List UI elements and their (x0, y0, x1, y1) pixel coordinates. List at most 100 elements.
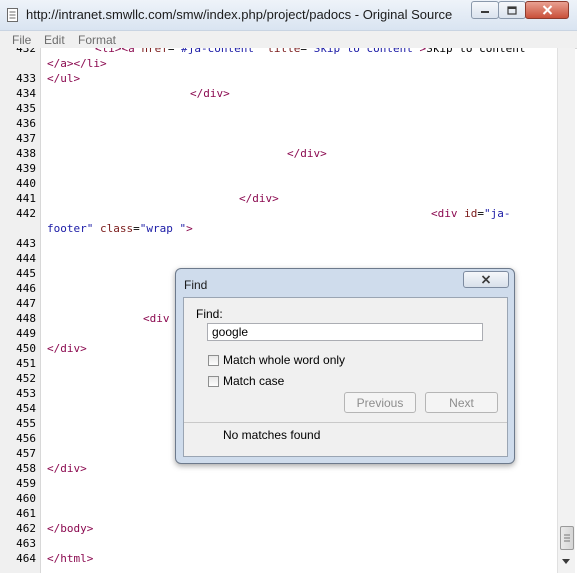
code-line: </a></li> (47, 56, 107, 71)
line-number: 458 (16, 462, 36, 475)
line-number: 444 (16, 252, 36, 265)
line-number: 461 (16, 507, 36, 520)
previous-button[interactable]: Previous (344, 392, 416, 413)
line-number: 463 (16, 537, 36, 550)
code-token: footer" (47, 222, 94, 235)
window-controls (471, 1, 569, 19)
grip-icon (564, 534, 570, 542)
code-line: </ul> (47, 71, 80, 86)
line-number: 453 (16, 387, 36, 400)
code-line: </div> (190, 86, 230, 101)
source-window: http://intranet.smwllc.com/smw/index.php… (0, 0, 577, 573)
match-case-label[interactable]: Match case (223, 374, 284, 388)
line-number: 442 (16, 207, 36, 220)
menu-file[interactable]: File (12, 33, 31, 47)
menu-format[interactable]: Format (78, 33, 116, 47)
close-icon (542, 5, 552, 15)
code-line: footer" class="wrap "> (47, 221, 193, 236)
status-separator (184, 422, 507, 423)
line-number: 435 (16, 102, 36, 115)
code-line: <li><a href="#ja-content" title="Skip to… (95, 48, 526, 56)
line-number: 456 (16, 432, 36, 445)
code-token: <div (143, 312, 170, 325)
code-token: </div> (47, 342, 87, 355)
scrollbar-thumb[interactable] (560, 526, 574, 550)
line-number: 462 (16, 522, 36, 535)
find-label: Find: (196, 307, 223, 321)
vertical-scrollbar[interactable] (557, 48, 575, 573)
code-token: "Skip to content" (306, 48, 420, 55)
line-number: 459 (16, 477, 36, 490)
document-icon (7, 8, 18, 22)
match-whole-word-label[interactable]: Match whole word only (223, 353, 345, 367)
code-token: = (477, 207, 484, 220)
code-token: > (186, 222, 193, 235)
code-token: title (267, 48, 301, 55)
code-line: </body> (47, 521, 93, 536)
line-number: 447 (16, 297, 36, 310)
code-line: </div> (287, 146, 327, 161)
line-number: 448 (16, 312, 36, 325)
code-token: id (464, 207, 478, 220)
menu-edit[interactable]: Edit (44, 33, 65, 47)
code-token: class (99, 222, 134, 235)
code-token: </html> (47, 552, 94, 565)
line-number: 449 (16, 327, 36, 340)
code-line: </div> (239, 191, 279, 206)
code-line: <div id="ja- (431, 206, 511, 221)
line-number: 437 (16, 132, 36, 145)
code-token: </body> (47, 522, 94, 535)
find-dialog-title: Find (184, 278, 208, 292)
match-case-option[interactable]: Match case (208, 374, 284, 388)
line-number: 452 (16, 372, 36, 385)
line-number: 433 (16, 72, 36, 85)
line-number: 443 (16, 237, 36, 250)
line-number: 438 (16, 147, 36, 160)
code-token: href (141, 48, 168, 55)
code-token: <div (431, 207, 465, 220)
scroll-down-icon[interactable] (560, 554, 572, 568)
find-dialog-close-button[interactable] (463, 271, 509, 288)
code-token: </div> (47, 462, 87, 475)
match-whole-word-option[interactable]: Match whole word only (208, 353, 345, 367)
line-number: 457 (16, 447, 36, 460)
find-status: No matches found (223, 428, 321, 442)
line-number: 436 (16, 117, 36, 130)
line-number-gutter: 432 433 434 435 436 437 438 439 440 441 442 443 444 4… (0, 48, 41, 573)
title-bar[interactable]: http://intranet.smwllc.com/smw/index.php… (0, 0, 577, 31)
next-button[interactable]: Next (425, 392, 498, 413)
code-line: <div (143, 311, 170, 326)
line-number: 445 (16, 267, 36, 280)
code-token: </ul> (47, 72, 81, 85)
maximize-icon (507, 5, 517, 15)
line-number: 460 (16, 492, 36, 505)
menu-bar: File Edit Format (0, 31, 577, 49)
line-number: 432 (16, 48, 36, 55)
window-title: http://intranet.smwllc.com/smw/index.php… (26, 7, 453, 22)
minimize-icon (481, 11, 489, 13)
code-token: </div> (287, 147, 327, 160)
line-number: 450 (16, 342, 36, 355)
match-whole-word-checkbox[interactable] (208, 354, 219, 366)
code-line: </html> (47, 551, 93, 566)
line-number: 440 (16, 177, 36, 190)
close-button[interactable] (525, 1, 569, 19)
code-token: </a></li> (47, 57, 107, 70)
maximize-button[interactable] (498, 1, 526, 19)
code-token: </div> (239, 192, 279, 205)
match-case-checkbox[interactable] (208, 375, 219, 387)
close-icon (481, 275, 491, 284)
code-token: Skip to content (426, 48, 526, 55)
code-line: </div> (47, 341, 87, 356)
find-input[interactable] (207, 323, 483, 341)
code-line: </div> (47, 461, 87, 476)
code-token: "wrap " (139, 222, 187, 235)
code-token: = (133, 222, 140, 235)
line-number: 454 (16, 402, 36, 415)
code-token: <li><a (95, 48, 142, 55)
minimize-button[interactable] (471, 1, 499, 19)
line-number: 446 (16, 282, 36, 295)
line-number: 439 (16, 162, 36, 175)
code-token: "ja- (484, 207, 511, 220)
